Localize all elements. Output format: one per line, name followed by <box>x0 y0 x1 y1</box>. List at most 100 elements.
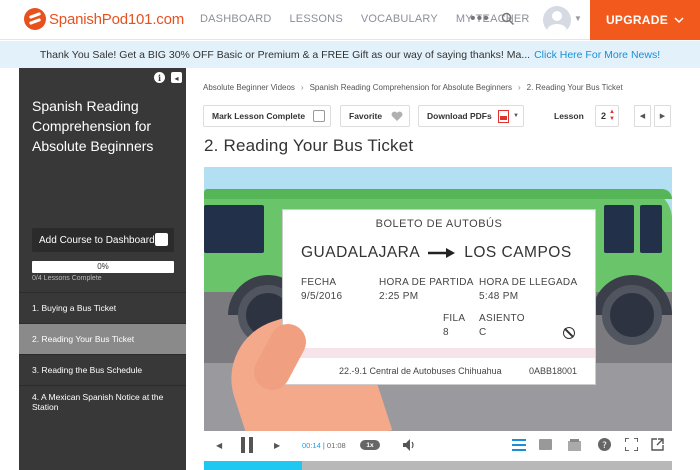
speed-button[interactable]: 1x <box>360 440 380 450</box>
upgrade-label: UPGRADE <box>605 13 669 27</box>
hd-icon[interactable] <box>539 439 552 450</box>
download-pdfs-label: Download PDFs <box>427 111 492 121</box>
lesson-title: 2. Reading Your Bus Ticket <box>204 136 414 155</box>
pdf-icon <box>498 110 509 123</box>
add-course-button[interactable]: Add Course to Dashboard <box>32 228 174 252</box>
prev-lesson-button[interactable]: ◀ <box>634 105 651 127</box>
ticket-llegada-label: HORA DE LLEGADA <box>479 277 578 288</box>
lesson-list: 1. Buying a Bus Ticket 2. Reading Your B… <box>19 292 186 418</box>
sidebar-item-lesson-2[interactable]: 2. Reading Your Bus Ticket <box>19 323 186 354</box>
duration: 01:08 <box>326 441 346 450</box>
prev-icon: ◀ <box>639 113 646 120</box>
ticket-address: 22.-9.1 Central de Autobuses Chihuahua <box>339 366 502 376</box>
next-icon: ▶ <box>659 113 666 120</box>
video-player[interactable]: BOLETO DE AUTOBÚS GUADALAJARA LOS CAMPOS… <box>204 167 672 431</box>
ticket-route: GUADALAJARA LOS CAMPOS <box>301 244 581 262</box>
list-icon[interactable] <box>512 439 526 451</box>
bus-roof <box>204 189 672 199</box>
favorite-label: Favorite <box>349 111 383 121</box>
lesson-select-value: 2 <box>601 111 607 121</box>
course-progress-bar: 0% <box>32 261 174 273</box>
rewind-icon[interactable]: ◀ <box>216 441 222 450</box>
breadcrumb: Absolute Beginner Videos › Spanish Readi… <box>203 83 623 92</box>
ticket-code: 0ABB18001 <box>529 366 578 376</box>
logo[interactable]: SpanishPod101.com <box>24 8 184 30</box>
course-title: Spanish Reading Comprehension for Absolu… <box>32 98 154 154</box>
more-dots-icon[interactable]: ••• <box>470 10 490 28</box>
fullscreen-icon[interactable] <box>625 438 638 451</box>
lesson-label: Lesson <box>554 111 584 121</box>
bus-window <box>640 205 662 253</box>
video-progress-fill <box>204 461 303 470</box>
notes-icon[interactable] <box>568 439 581 451</box>
current-time: 00:14 <box>302 441 321 450</box>
mark-complete-button[interactable]: Mark Lesson Complete <box>203 105 331 127</box>
forward-icon[interactable]: ▶ <box>274 441 280 450</box>
video-progress-bar[interactable] <box>204 461 672 470</box>
breadcrumb-item[interactable]: Absolute Beginner Videos <box>203 83 295 92</box>
add-course-checkbox[interactable] <box>155 233 168 246</box>
nav-dashboard[interactable]: DASHBOARD <box>200 13 271 25</box>
logo-icon <box>24 8 46 30</box>
ticket-stripe <box>283 348 595 358</box>
collapse-icon[interactable]: ◂ <box>171 72 182 83</box>
ticket-from: GUADALAJARA <box>301 244 421 261</box>
ticket-heading: BOLETO DE AUTOBÚS <box>375 218 503 230</box>
top-nav: SpanishPod101.com DASHBOARD LESSONS VOCA… <box>0 0 700 40</box>
lesson-select[interactable]: 2 ▲ ▼ <box>595 105 619 127</box>
avatar[interactable] <box>543 6 571 34</box>
no-smoking-icon <box>563 327 575 339</box>
sidebar-item-lesson-3[interactable]: 3. Reading the Bus Schedule <box>19 354 186 385</box>
add-course-label: Add Course to Dashboard <box>39 234 155 246</box>
search-icon[interactable] <box>501 12 515 26</box>
chevron-down-icon[interactable]: ▼ <box>574 14 582 23</box>
ticket-llegada: 5:48 PM <box>479 291 519 302</box>
sidebar-item-lesson-1[interactable]: 1. Buying a Bus Ticket <box>19 292 186 323</box>
upgrade-button[interactable]: UPGRADE <box>590 0 700 40</box>
logo-text: SpanishPod101.com <box>49 10 185 28</box>
next-lesson-button[interactable]: ▶ <box>654 105 671 127</box>
heart-icon <box>391 111 403 121</box>
help-icon[interactable]: ? <box>598 438 611 451</box>
ticket-fecha-label: FECHA <box>301 277 337 288</box>
wheel <box>602 285 662 345</box>
breadcrumb-separator-icon: › <box>300 83 304 92</box>
nav-lessons[interactable]: LESSONS <box>289 13 342 25</box>
nav-my-teacher[interactable]: MY TEACHER <box>456 13 530 25</box>
info-icon[interactable]: i <box>154 72 165 83</box>
download-pdfs-button[interactable]: Download PDFs ▼ <box>418 105 524 127</box>
svg-text:?: ? <box>602 441 607 451</box>
ticket-asiento: C <box>479 327 487 338</box>
arrow-right-icon <box>428 248 456 258</box>
bus-window <box>604 205 634 253</box>
ticket-partida: 2:25 PM <box>379 291 419 302</box>
sort-arrows-icon: ▲ ▼ <box>609 109 615 122</box>
nav-vocabulary[interactable]: VOCABULARY <box>361 13 438 25</box>
volume-icon[interactable] <box>403 439 416 451</box>
breadcrumb-item-current: 2. Reading Your Bus Ticket <box>526 83 623 92</box>
ticket-fila: 8 <box>443 327 449 338</box>
promo-text: Thank You Sale! Get a BIG 30% OFF Basic … <box>39 48 531 61</box>
breadcrumb-separator-icon: › <box>517 83 521 92</box>
bus-window <box>204 205 264 253</box>
sidebar-icons: i ◂ <box>154 72 182 83</box>
time-display: 00:14 | 01:08 <box>302 441 346 450</box>
lessons-complete-text: 0/4 Lessons Complete <box>32 275 102 282</box>
ticket-fila-label: FILA <box>443 313 466 324</box>
popout-icon[interactable] <box>651 438 664 451</box>
promo-link[interactable]: Click Here For More News! <box>534 49 660 61</box>
chevron-down-icon: ▼ <box>513 113 519 119</box>
nav-links: DASHBOARD LESSONS VOCABULARY MY TEACHER <box>200 13 548 25</box>
sidebar-item-lesson-4[interactable]: 4. A Mexican Spanish Notice at the Stati… <box>19 385 186 418</box>
course-sidebar: i ◂ Spanish Reading Comprehension for Ab… <box>19 68 186 470</box>
chevron-down-icon <box>674 16 684 23</box>
favorite-button[interactable]: Favorite <box>340 105 410 127</box>
breadcrumb-item[interactable]: Spanish Reading Comprehension for Absolu… <box>310 83 512 92</box>
mark-complete-checkbox[interactable] <box>313 110 325 122</box>
ticket-asiento-label: ASIENTO <box>479 313 525 324</box>
pause-icon[interactable] <box>240 437 254 453</box>
ticket-fecha: 9/5/2016 <box>301 291 343 302</box>
ticket-to: LOS CAMPOS <box>464 244 572 261</box>
player-controls: ◀ ▶ 00:14 | 01:08 1x ? <box>204 431 672 460</box>
lesson-toolbar: Mark Lesson Complete Favorite Download P… <box>203 105 673 127</box>
